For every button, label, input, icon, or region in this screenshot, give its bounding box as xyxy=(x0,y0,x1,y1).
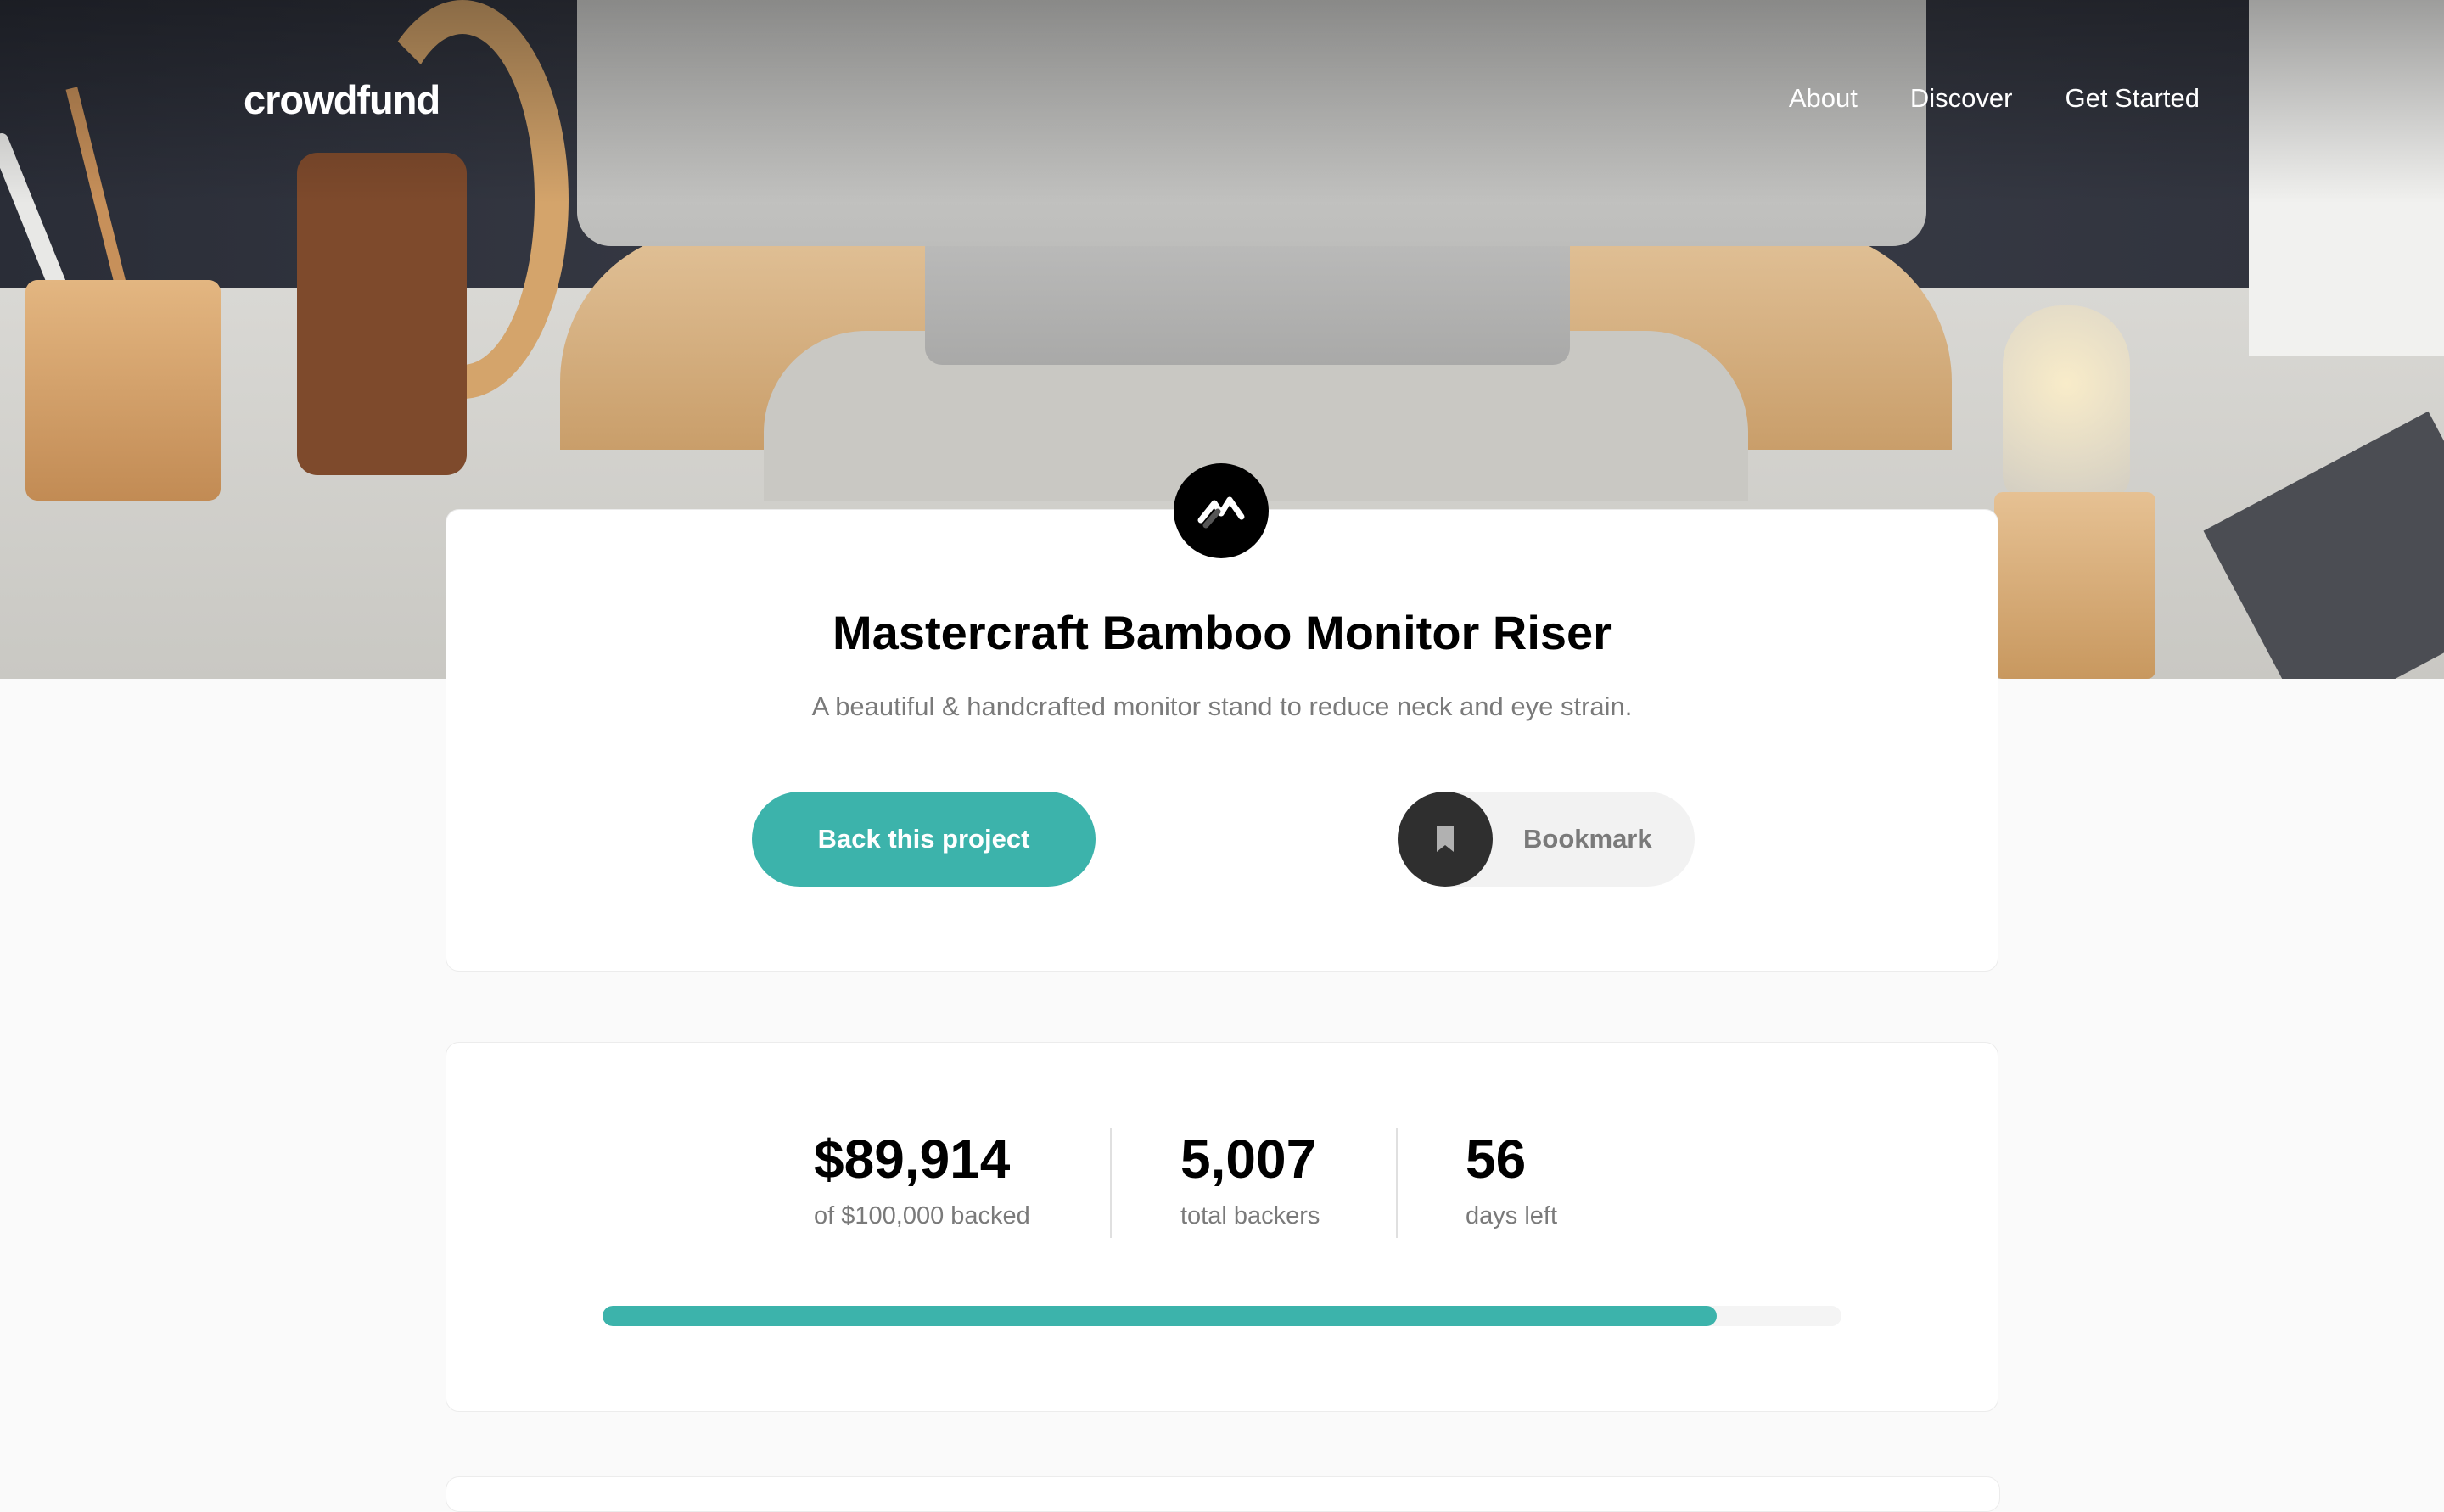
site-logo[interactable]: crowdfund xyxy=(244,76,440,123)
stat-backed: $89,914 of $100,000 backed xyxy=(814,1128,1030,1230)
stat-backed-label: of $100,000 backed xyxy=(814,1202,1030,1229)
stat-backers: 5,007 total backers xyxy=(1180,1128,1320,1230)
project-intro-card: Mastercraft Bamboo Monitor Riser A beaut… xyxy=(446,509,1998,972)
nav-links: About Discover Get Started xyxy=(1789,83,2200,114)
funding-progress-bar xyxy=(603,1306,1841,1326)
project-subtitle: A beautiful & handcrafted monitor stand … xyxy=(811,692,1633,721)
stat-days-left: 56 days left xyxy=(1466,1128,1557,1230)
nav-link-discover[interactable]: Discover xyxy=(1910,83,2013,114)
mastercraft-logo-icon xyxy=(1174,463,1269,558)
stat-backers-label: total backers xyxy=(1180,1202,1320,1229)
stat-days-label: days left xyxy=(1466,1202,1557,1229)
stat-backed-value: $89,914 xyxy=(814,1128,1011,1190)
nav-link-get-started[interactable]: Get Started xyxy=(2065,83,2200,114)
stat-divider xyxy=(1396,1128,1398,1238)
about-card-top xyxy=(446,1476,2000,1512)
project-stats-card: $89,914 of $100,000 backed 5,007 total b… xyxy=(446,1042,1998,1412)
stat-divider xyxy=(1110,1128,1112,1238)
back-project-button[interactable]: Back this project xyxy=(752,792,1096,887)
bookmark-button[interactable]: Bookmark xyxy=(1398,792,1695,887)
project-title: Mastercraft Bamboo Monitor Riser xyxy=(832,606,1612,659)
stat-backers-value: 5,007 xyxy=(1180,1128,1317,1190)
funding-progress-fill xyxy=(603,1306,1717,1326)
bookmark-icon xyxy=(1398,792,1493,887)
nav-link-about[interactable]: About xyxy=(1789,83,1858,114)
bookmark-label: Bookmark xyxy=(1523,824,1652,854)
top-nav: crowdfund About Discover Get Started xyxy=(0,0,2444,204)
stat-days-value: 56 xyxy=(1466,1128,1527,1190)
